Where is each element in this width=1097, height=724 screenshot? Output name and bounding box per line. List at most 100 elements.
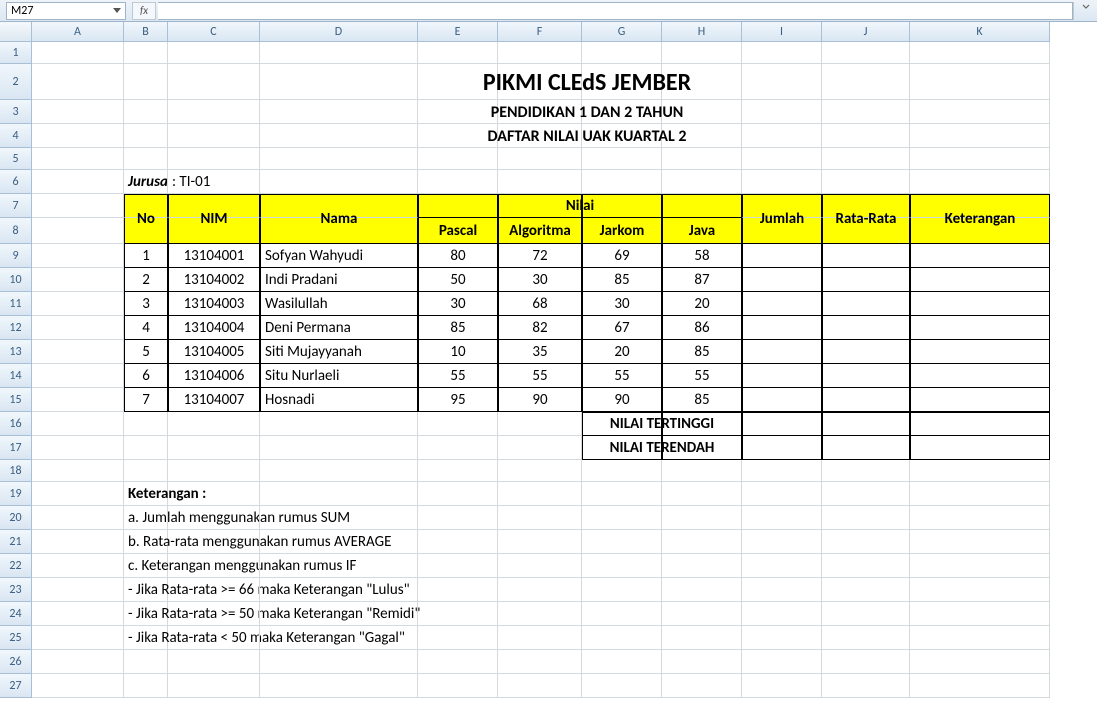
cell-C24[interactable] <box>168 602 260 626</box>
cell-H7[interactable] <box>662 194 742 218</box>
cell-A8[interactable] <box>32 218 124 244</box>
col-header-J[interactable]: J <box>822 22 910 42</box>
cell-H13[interactable]: 85 <box>662 340 742 364</box>
col-header-A[interactable]: A <box>32 22 124 42</box>
cell-G8[interactable] <box>582 218 662 244</box>
cell-F14[interactable]: 55 <box>498 364 582 388</box>
cell-H16[interactable] <box>662 412 742 436</box>
cell-I15[interactable] <box>742 388 822 412</box>
cell-E27[interactable] <box>418 674 498 698</box>
cell-K3[interactable] <box>910 100 1050 124</box>
cell-C13[interactable]: 13104005 <box>168 340 260 364</box>
cell-F22[interactable] <box>498 554 582 578</box>
cell-C16[interactable] <box>168 412 260 436</box>
cell-H5[interactable] <box>662 148 742 170</box>
cell-I1[interactable] <box>742 42 822 64</box>
cell-F27[interactable] <box>498 674 582 698</box>
cell-E26[interactable] <box>418 650 498 674</box>
cell-G20[interactable] <box>582 506 662 530</box>
cell-B13[interactable]: 5 <box>124 340 168 364</box>
cell-B14[interactable]: 6 <box>124 364 168 388</box>
cell-J16[interactable] <box>822 412 910 436</box>
row-header-25[interactable]: 25 <box>0 626 32 650</box>
cell-E4[interactable] <box>418 124 498 148</box>
cell-D1[interactable] <box>260 42 418 64</box>
cell-D16[interactable] <box>260 412 418 436</box>
cell-D4[interactable] <box>260 124 418 148</box>
cell-E22[interactable] <box>418 554 498 578</box>
cell-I12[interactable] <box>742 316 822 340</box>
cell-I14[interactable] <box>742 364 822 388</box>
fx-button[interactable]: fx <box>132 2 156 20</box>
cell-G18[interactable] <box>582 460 662 482</box>
cell-A10[interactable] <box>32 268 124 292</box>
cell-D25[interactable] <box>260 626 418 650</box>
cell-H2[interactable] <box>662 64 742 100</box>
cell-E11[interactable]: 30 <box>418 292 498 316</box>
cell-H9[interactable]: 58 <box>662 244 742 268</box>
cell-K23[interactable] <box>910 578 1050 602</box>
cell-I26[interactable] <box>742 650 822 674</box>
cell-E8[interactable] <box>418 218 498 244</box>
cell-K24[interactable] <box>910 602 1050 626</box>
cell-B27[interactable] <box>124 674 168 698</box>
cell-E21[interactable] <box>418 530 498 554</box>
cell-H26[interactable] <box>662 650 742 674</box>
cell-D8[interactable] <box>260 218 418 244</box>
cell-B4[interactable] <box>124 124 168 148</box>
notes-a[interactable]: a. Jumlah menggunakan rumus SUM <box>124 506 168 530</box>
cell-D11[interactable]: Wasilullah <box>260 292 418 316</box>
cell-I10[interactable] <box>742 268 822 292</box>
chevron-down-icon[interactable] <box>113 8 121 13</box>
cell-K2[interactable] <box>910 64 1050 100</box>
cell-I17[interactable] <box>742 436 822 460</box>
cell-C22[interactable] <box>168 554 260 578</box>
row-header-11[interactable]: 11 <box>0 292 32 316</box>
cell-A6[interactable] <box>32 170 124 194</box>
cell-A27[interactable] <box>32 674 124 698</box>
cell-C2[interactable] <box>168 64 260 100</box>
row-header-1[interactable]: 1 <box>0 42 32 64</box>
notes-c2[interactable]: - Jika Rata-rata >= 50 maka Keterangan "… <box>124 602 168 626</box>
cells-area[interactable]: Jurusan: TI-01113104001Sofyan Wahyudi807… <box>32 42 1050 698</box>
cell-A17[interactable] <box>32 436 124 460</box>
col-header-D[interactable]: D <box>260 22 418 42</box>
cell-C1[interactable] <box>168 42 260 64</box>
cell-F11[interactable]: 68 <box>498 292 582 316</box>
cell-H21[interactable] <box>662 530 742 554</box>
cell-A4[interactable] <box>32 124 124 148</box>
cell-J4[interactable] <box>822 124 910 148</box>
col-header-C[interactable]: C <box>168 22 260 42</box>
row-header-27[interactable]: 27 <box>0 674 32 698</box>
cell-I27[interactable] <box>742 674 822 698</box>
cell-E2[interactable] <box>418 64 498 100</box>
row-header-4[interactable]: 4 <box>0 124 32 148</box>
cell-I4[interactable] <box>742 124 822 148</box>
cell-K13[interactable] <box>910 340 1050 364</box>
cell-C11[interactable]: 13104003 <box>168 292 260 316</box>
row-header-22[interactable]: 22 <box>0 554 32 578</box>
cell-H23[interactable] <box>662 578 742 602</box>
cell-C18[interactable] <box>168 460 260 482</box>
row-header-13[interactable]: 13 <box>0 340 32 364</box>
cell-B17[interactable] <box>124 436 168 460</box>
cell-J23[interactable] <box>822 578 910 602</box>
cell-G24[interactable] <box>582 602 662 626</box>
row-header-18[interactable]: 18 <box>0 460 32 482</box>
cell-C17[interactable] <box>168 436 260 460</box>
row-header-21[interactable]: 21 <box>0 530 32 554</box>
cell-F6[interactable] <box>498 170 582 194</box>
cell-A1[interactable] <box>32 42 124 64</box>
cell-A26[interactable] <box>32 650 124 674</box>
cell-K26[interactable] <box>910 650 1050 674</box>
cell-H8[interactable] <box>662 218 742 244</box>
notes-heading[interactable]: Keterangan : <box>124 482 168 506</box>
cell-E15[interactable]: 95 <box>418 388 498 412</box>
cell-C15[interactable]: 13104007 <box>168 388 260 412</box>
cell-E10[interactable]: 50 <box>418 268 498 292</box>
cell-H19[interactable] <box>662 482 742 506</box>
cell-D22[interactable] <box>260 554 418 578</box>
cell-B15[interactable]: 7 <box>124 388 168 412</box>
cell-K16[interactable] <box>910 412 1050 436</box>
cell-I6[interactable] <box>742 170 822 194</box>
